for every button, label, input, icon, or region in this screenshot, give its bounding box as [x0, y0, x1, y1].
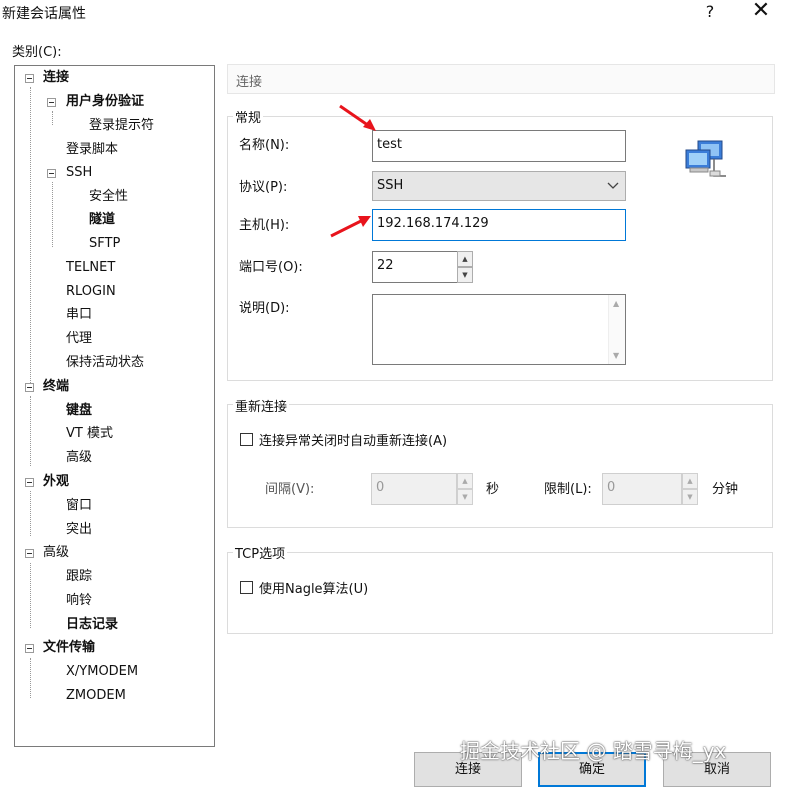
reconnect-checkbox-label: 连接异常关闭时自动重新连接(A) [259, 434, 448, 449]
help-button[interactable]: ? [700, 0, 720, 24]
tree-line [30, 563, 31, 628]
panel-header-title: 连接 [236, 75, 263, 90]
tree-item-bell[interactable]: 响铃 [66, 592, 92, 610]
limit-input[interactable]: 0 [602, 473, 682, 505]
collapse-icon[interactable] [25, 383, 34, 392]
host-input[interactable]: 192.168.174.129 [372, 209, 626, 241]
tree-item-serial[interactable]: 串口 [66, 306, 92, 324]
interval-unit: 秒 [486, 482, 500, 497]
scroll-up-icon: ▲ [613, 299, 620, 308]
tree-line [52, 182, 53, 247]
collapse-icon[interactable] [25, 74, 34, 83]
description-textarea[interactable] [372, 294, 626, 365]
reconnect-groupbox [227, 404, 773, 528]
tree-item-highlight[interactable]: 突出 [66, 521, 92, 539]
interval-label: 间隔(V): [265, 482, 315, 497]
limit-down-button[interactable]: ▼ [682, 489, 698, 505]
tree-item-trace[interactable]: 跟踪 [66, 568, 92, 586]
tree-item-appearance[interactable]: 外观 [43, 473, 69, 491]
tree-item-security[interactable]: 安全性 [89, 188, 128, 206]
interval-down-button[interactable]: ▼ [457, 489, 473, 505]
tree-line [30, 658, 31, 698]
tree-item-ssh[interactable]: SSH [66, 164, 92, 182]
tree-item-keepalive[interactable]: 保持活动状态 [66, 354, 144, 372]
tree-item-logging[interactable]: 日志记录 [66, 616, 118, 634]
interval-input[interactable]: 0 [371, 473, 457, 505]
tree-item-window[interactable]: 窗口 [66, 497, 92, 515]
tree-line [30, 491, 31, 536]
tree-item-keyboard[interactable]: 键盘 [66, 402, 92, 420]
tree-item-proxy[interactable]: 代理 [66, 330, 92, 348]
nagle-checkbox-label: 使用Nagle算法(U) [259, 582, 369, 597]
nagle-checkbox[interactable] [240, 581, 253, 594]
close-button[interactable]: ✕ [746, 0, 776, 24]
scroll-down-icon: ▼ [613, 351, 620, 360]
description-label: 说明(D): [239, 301, 290, 316]
panel-header [227, 64, 775, 94]
protocol-value: SSH [377, 178, 404, 193]
tree-item-login-prompt[interactable]: 登录提示符 [89, 117, 154, 135]
interval-up-button[interactable]: ▲ [457, 473, 473, 489]
window-title: 新建会话属性 [2, 6, 86, 22]
tree-item-login-script[interactable]: 登录脚本 [66, 141, 118, 159]
collapse-icon[interactable] [25, 549, 34, 558]
tree-item-vt-mode[interactable]: VT 模式 [66, 425, 113, 443]
host-label: 主机(H): [239, 218, 290, 233]
name-input[interactable]: test [372, 130, 626, 162]
tree-item-xymodem[interactable]: X/YMODEM [66, 663, 138, 681]
chevron-down-icon [607, 182, 619, 189]
port-up-button[interactable]: ▲ [457, 251, 473, 267]
tree-item-file-transfer[interactable]: 文件传输 [43, 639, 95, 657]
category-label: 类别(C): [12, 45, 62, 60]
reconnect-group-title: 重新连接 [233, 396, 290, 415]
reconnect-checkbox[interactable] [240, 433, 253, 446]
collapse-icon[interactable] [47, 169, 56, 178]
title-bar [0, 0, 788, 26]
collapse-icon[interactable] [47, 98, 56, 107]
tree-item-rlogin[interactable]: RLOGIN [66, 283, 116, 301]
limit-up-button[interactable]: ▲ [682, 473, 698, 489]
limit-unit: 分钟 [712, 482, 739, 497]
tree-item-terminal[interactable]: 终端 [43, 378, 69, 396]
tree-item-user-auth[interactable]: 用户身份验证 [66, 93, 144, 111]
protocol-label: 协议(P): [239, 180, 288, 195]
general-group-title: 常规 [233, 107, 264, 126]
tree-item-connection[interactable]: 连接 [43, 69, 69, 87]
tree-item-zmodem[interactable]: ZMODEM [66, 687, 126, 705]
port-input[interactable]: 22 [372, 251, 458, 283]
limit-label: 限制(L): [544, 482, 592, 497]
description-scrollbar[interactable]: ▲ ▼ [608, 295, 625, 364]
collapse-icon[interactable] [25, 478, 34, 487]
protocol-select[interactable]: SSH [372, 171, 626, 201]
tree-item-advanced[interactable]: 高级 [43, 544, 69, 562]
annotation-arrow-icon [330, 216, 371, 238]
port-down-button[interactable]: ▼ [457, 267, 473, 283]
tree-line [30, 87, 31, 385]
network-computers-icon [685, 140, 726, 177]
tree-item-terminal-advanced[interactable]: 高级 [66, 449, 92, 467]
tree-item-telnet[interactable]: TELNET [66, 259, 115, 277]
tree-item-sftp[interactable]: SFTP [89, 235, 120, 253]
tree-item-tunnel[interactable]: 隧道 [89, 211, 115, 229]
tree-line [30, 396, 31, 466]
name-label: 名称(N): [239, 138, 290, 153]
port-label: 端口号(O): [239, 260, 303, 275]
tcp-group-title: TCP选项 [233, 543, 288, 562]
annotation-arrow-icon [339, 104, 376, 131]
watermark: 掘金技术社区 @ 踏雪寻梅_yx [460, 739, 727, 763]
tree-line [52, 111, 53, 125]
collapse-icon[interactable] [25, 644, 34, 653]
